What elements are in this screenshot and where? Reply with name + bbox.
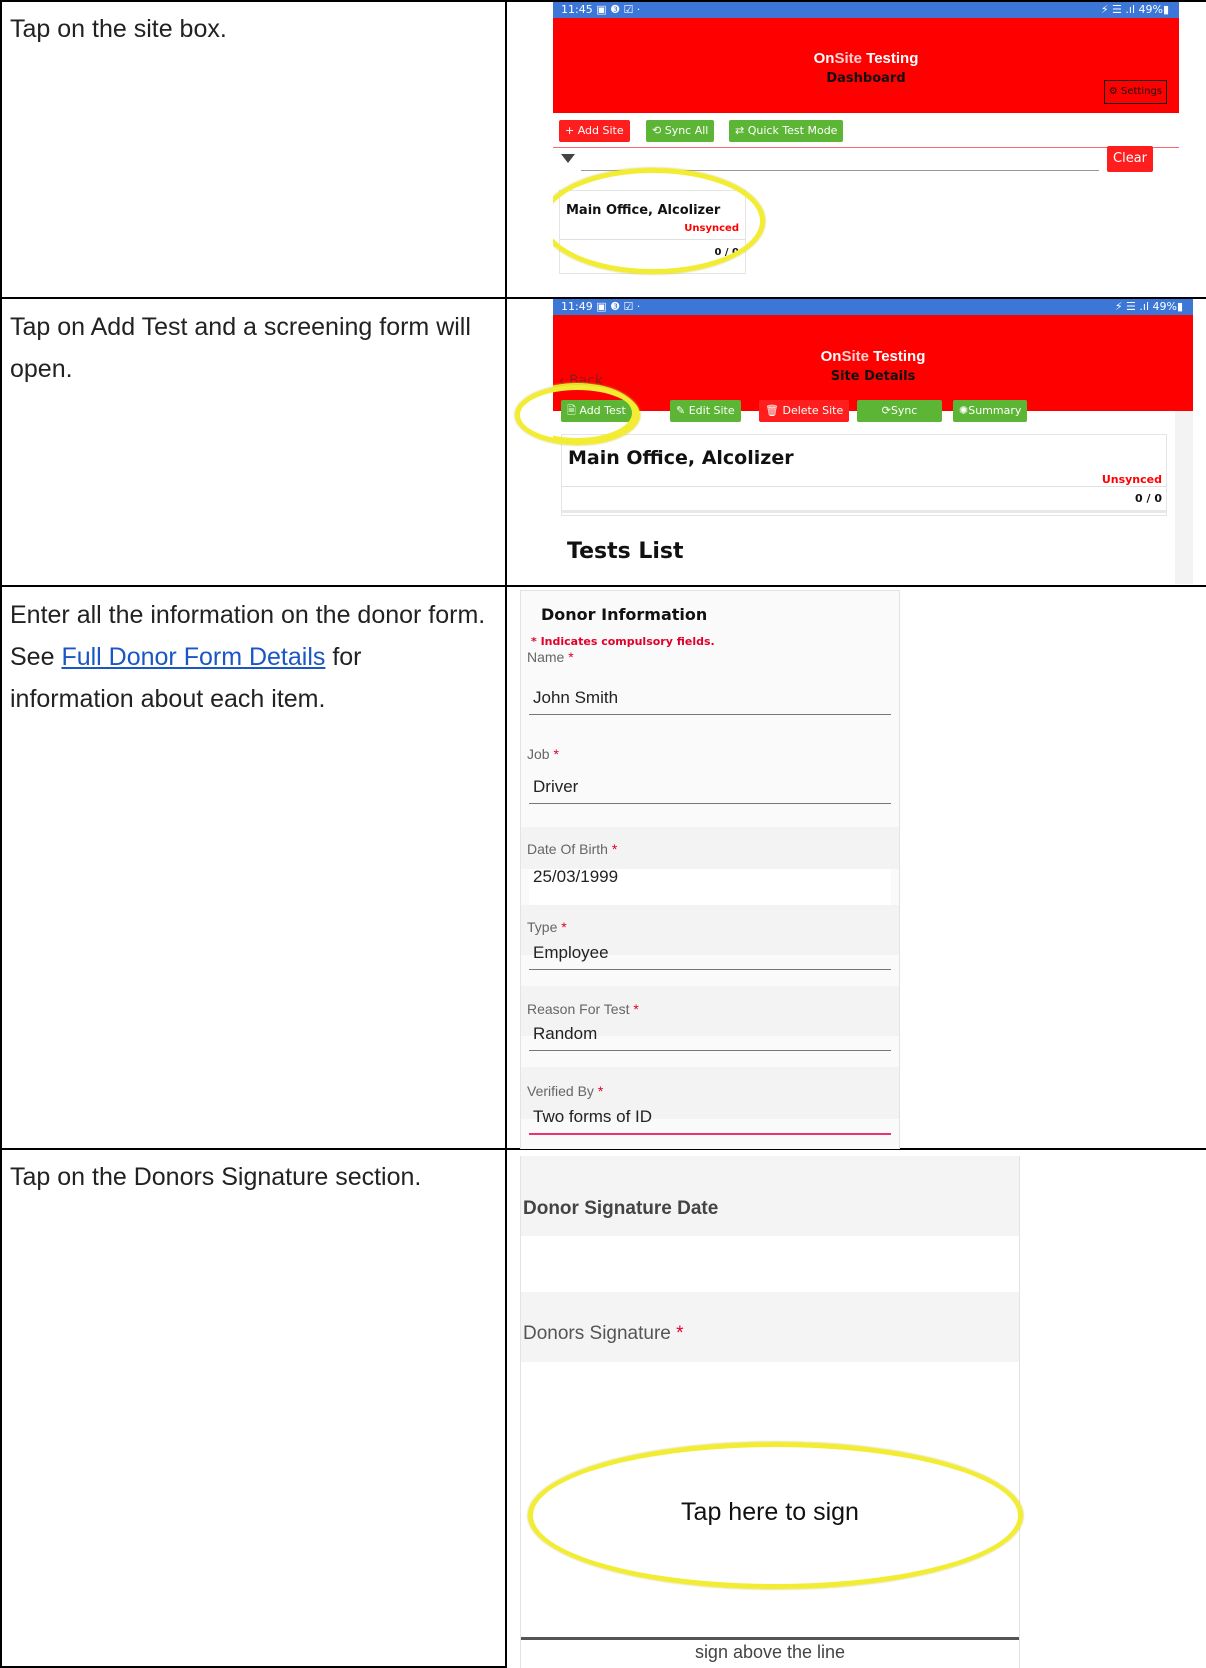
tests-list-heading: Tests List bbox=[567, 539, 684, 564]
right-edge-shade bbox=[1175, 411, 1193, 584]
summary-icon: ✺ bbox=[959, 404, 969, 417]
signature-date-band bbox=[521, 1156, 1019, 1236]
instruction-4: Tap on the Donors Signature section. bbox=[10, 1163, 422, 1191]
screenshot-signature: Donor Signature Date Donors Signature * … bbox=[520, 1156, 1020, 1668]
type-underline bbox=[529, 969, 891, 970]
type-label: Type * bbox=[527, 919, 567, 935]
status-bar: 11:45 ▣ ❸ ☑ · ⚡ ☰ .ıl 49%▮ bbox=[553, 2, 1179, 18]
full-donor-form-details-link[interactable]: Full Donor Form Details bbox=[61, 643, 325, 671]
type-field[interactable]: Employee bbox=[533, 943, 609, 963]
verified-label: Verified By * bbox=[527, 1083, 604, 1099]
gear-icon: ⚙ bbox=[1108, 86, 1118, 97]
app-header: OnSite Testing Dashboard ⚙ Settings bbox=[553, 18, 1179, 113]
compulsory-note: * Indicates compulsory fields. bbox=[531, 635, 715, 648]
dob-field[interactable]: 25/03/1999 bbox=[533, 867, 618, 887]
page-title: Dashboard bbox=[826, 71, 906, 86]
instruction-1: Tap on the site box. bbox=[10, 15, 227, 43]
status-time: 11:49 ▣ ❸ ☑ · bbox=[561, 300, 641, 313]
quick-test-mode-button[interactable]: ⇄ Quick Test Mode bbox=[729, 120, 844, 142]
summary-button[interactable]: ✺Summary bbox=[953, 400, 1028, 422]
site-card-divider bbox=[562, 486, 1166, 487]
verified-field[interactable]: Two forms of ID bbox=[533, 1107, 652, 1127]
clear-button[interactable]: Clear bbox=[1107, 146, 1153, 172]
status-time: 11:45 ▣ ❸ ☑ · bbox=[561, 3, 641, 16]
signature-date-label: Donor Signature Date bbox=[523, 1198, 719, 1219]
app-header: OnSite Testing Site Details ‹ Back bbox=[553, 315, 1193, 411]
site-card-name: Main Office, Alcolizer bbox=[568, 447, 794, 469]
site-card-status: Unsynced bbox=[1101, 473, 1162, 486]
sync-icon: ⟳ bbox=[881, 404, 891, 417]
toolbar-divider bbox=[553, 147, 1179, 148]
name-underline bbox=[529, 714, 891, 715]
form-heading: Donor Information bbox=[541, 605, 708, 624]
reason-underline bbox=[529, 1050, 891, 1051]
row-divider-2 bbox=[0, 585, 1206, 587]
status-bar: 11:49 ▣ ❸ ☑ · ⚡ ☰ .ıl 49%▮ bbox=[553, 299, 1193, 315]
reason-label: Reason For Test * bbox=[527, 1001, 639, 1017]
status-icons: ⚡ ☰ .ıl 49%▮ bbox=[1100, 3, 1169, 16]
site-card-bottom bbox=[562, 510, 1166, 513]
status-icons: ⚡ ☰ .ıl 49%▮ bbox=[1114, 300, 1183, 313]
trash-icon: 🗑 bbox=[765, 404, 779, 417]
table-border-left bbox=[0, 0, 2, 1668]
signature-line bbox=[521, 1637, 1019, 1640]
site-card-count: 0 / 0 bbox=[1135, 492, 1162, 505]
name-label: Name * bbox=[527, 649, 574, 665]
edit-site-button[interactable]: ✎ Edit Site bbox=[670, 400, 741, 422]
add-site-button[interactable]: + Add Site bbox=[559, 120, 630, 142]
screenshot-site-details: 11:49 ▣ ❸ ☑ · ⚡ ☰ .ıl 49%▮ OnSite Testin… bbox=[553, 299, 1193, 584]
site-card: Main Office, Alcolizer Unsynced 0 / 0 bbox=[561, 434, 1167, 516]
edit-icon: ✎ bbox=[676, 404, 686, 417]
sign-above-the-line: sign above the line bbox=[694, 1642, 846, 1662]
add-test-highlight-ellipse bbox=[515, 385, 640, 445]
dob-label: Date Of Birth * bbox=[527, 841, 618, 857]
instruction-2: Tap on Add Test and a screening form wil… bbox=[10, 313, 471, 383]
instruction-3: Enter all the information on the donor f… bbox=[10, 594, 490, 720]
filter-icon bbox=[561, 154, 575, 163]
signature-highlight-ellipse bbox=[528, 1442, 1023, 1589]
page-title: Site Details bbox=[830, 369, 916, 384]
app-brand: OnSite Testing bbox=[820, 348, 926, 365]
donors-signature-label: Donors Signature * bbox=[523, 1323, 684, 1344]
screenshot-dashboard: 11:45 ▣ ❸ ☑ · ⚡ ☰ .ıl 49%▮ OnSite Testin… bbox=[553, 2, 1179, 296]
screenshot-donor-form: Donor Information * Indicates compulsory… bbox=[520, 590, 900, 1149]
verified-underline bbox=[529, 1133, 891, 1135]
sync-button[interactable]: ⟳Sync bbox=[857, 400, 942, 422]
settings-button[interactable]: ⚙ Settings bbox=[1103, 80, 1167, 104]
reason-field[interactable]: Random bbox=[533, 1024, 597, 1044]
delete-site-button[interactable]: 🗑 Delete Site bbox=[759, 400, 850, 422]
job-underline bbox=[529, 803, 891, 804]
name-field[interactable]: John Smith bbox=[533, 688, 618, 708]
job-field[interactable]: Driver bbox=[533, 777, 578, 797]
job-label: Job * bbox=[527, 746, 559, 762]
app-brand: OnSite Testing bbox=[813, 50, 919, 67]
table-column-divider bbox=[505, 0, 507, 1668]
sync-all-button[interactable]: ⟲ Sync All bbox=[646, 120, 715, 142]
